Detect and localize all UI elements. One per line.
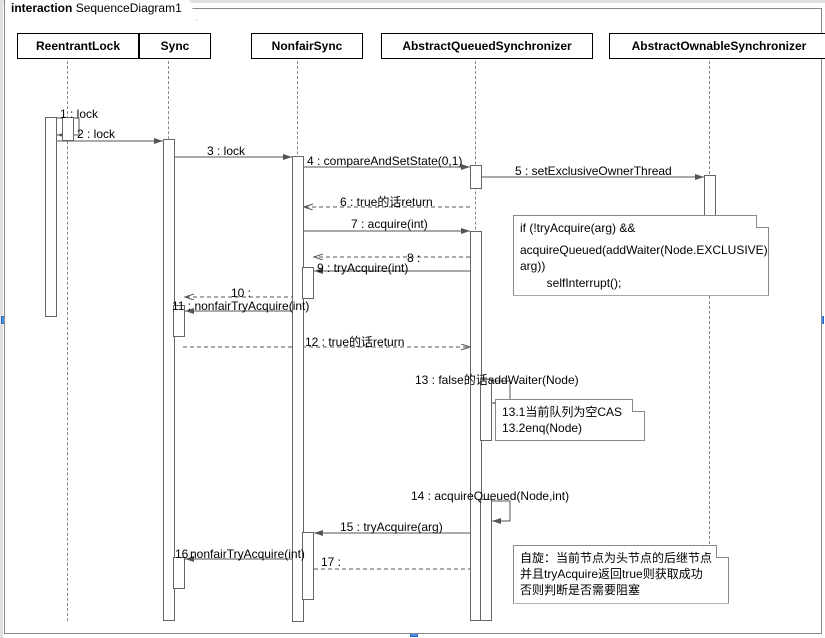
note-line: acquireQueued(addWaiter(Node.EXCLUSIVE),: [520, 242, 762, 258]
lifeline-head-aqs[interactable]: AbstractQueuedSynchronizer: [381, 33, 593, 59]
note-line: 并且tryAcquire返回true则获取成功: [520, 566, 722, 582]
note-line: selfInterrupt();: [520, 275, 762, 291]
lifeline-head-nonfairsync[interactable]: NonfairSync: [251, 33, 363, 59]
lifeline-reentrantlock: [67, 61, 68, 621]
msg-7[interactable]: 7 : acquire(int): [351, 217, 428, 231]
canvas[interactable]: interaction SequenceDiagram1 ReentrantLo…: [4, 4, 821, 634]
interaction-frame[interactable]: interaction SequenceDiagram1 ReentrantLo…: [4, 8, 822, 634]
msg-15[interactable]: 15 : tryAcquire(arg): [340, 520, 443, 534]
frame-keyword: interaction: [11, 1, 72, 15]
msg-8[interactable]: 8 :: [407, 251, 420, 265]
msg-2[interactable]: 2 : lock: [77, 127, 115, 141]
note-fold-icon: [756, 215, 769, 228]
msg-1[interactable]: 1 : lock: [60, 107, 98, 121]
msg-4[interactable]: 4 : compareAndSetState(0,1): [307, 154, 462, 168]
message-wires: [5, 9, 821, 633]
msg-14[interactable]: 14 : acquireQueued(Node,int): [411, 489, 569, 503]
note-fold-icon: [716, 545, 729, 558]
note-line: 13.2enq(Node): [502, 420, 638, 436]
note-line: arg)): [520, 258, 762, 274]
activation-sync: [163, 139, 175, 621]
lifeline-head-aos[interactable]: AbstractOwnableSynchronizer: [609, 33, 825, 59]
note-line: if (!tryAcquire(arg) &&: [520, 220, 762, 236]
msg-10[interactable]: 10 :: [231, 286, 251, 300]
msg-16[interactable]: nonfairTryAcquire(int): [190, 547, 305, 561]
msg-3[interactable]: 3 : lock: [207, 144, 245, 158]
note-line: 13.1当前队列为空CAS: [502, 404, 638, 420]
activation-reentrantlock-outer: [45, 117, 57, 317]
lifeline-head-sync[interactable]: Sync: [139, 33, 211, 59]
msg-12[interactable]: 12 : true的话return: [305, 333, 404, 350]
activation-nonfairsync-tryacq1: [302, 267, 314, 299]
msg-5[interactable]: 5 : setExclusiveOwnerThread: [515, 164, 672, 178]
msg-11[interactable]: 11 : nonfairTryAcquire(int): [172, 299, 309, 313]
activation-nonfairsync-tryacq2: [302, 532, 314, 600]
frame-label: interaction SequenceDiagram1: [4, 0, 197, 21]
frame-title: SequenceDiagram1: [76, 1, 182, 15]
activation-sync-nftry2: [173, 557, 185, 589]
note-acquire-body[interactable]: if (!tryAcquire(arg) && acquireQueued(ad…: [513, 215, 769, 296]
activation-aqs-addwaiter: [480, 379, 492, 441]
msg-13[interactable]: 13 : false的话addWaiter(Node): [415, 371, 579, 388]
note-line: 自旋：当前节点为头节点的后继节点: [520, 550, 722, 566]
msg-17[interactable]: 17 :: [321, 555, 341, 569]
note-addwaiter[interactable]: 13.1当前队列为空CAS 13.2enq(Node): [495, 399, 645, 441]
msg-9[interactable]: 9 : tryAcquire(int): [317, 261, 408, 275]
lifeline-head-reentrantlock[interactable]: ReentrantLock: [17, 33, 139, 59]
diagram-editor-viewport: interaction SequenceDiagram1 ReentrantLo…: [0, 0, 825, 638]
lifeline-aos: [709, 61, 710, 549]
note-spin[interactable]: 自旋：当前节点为头节点的后继节点 并且tryAcquire返回true则获取成功…: [513, 545, 729, 604]
note-fold-icon: [632, 399, 645, 412]
note-line: 否则判断是否需要阻塞: [520, 582, 722, 598]
activation-aqs-acqqueued: [480, 499, 492, 621]
activation-aqs-cas: [470, 165, 482, 189]
msg-6[interactable]: 6 : true的话return: [340, 193, 433, 210]
